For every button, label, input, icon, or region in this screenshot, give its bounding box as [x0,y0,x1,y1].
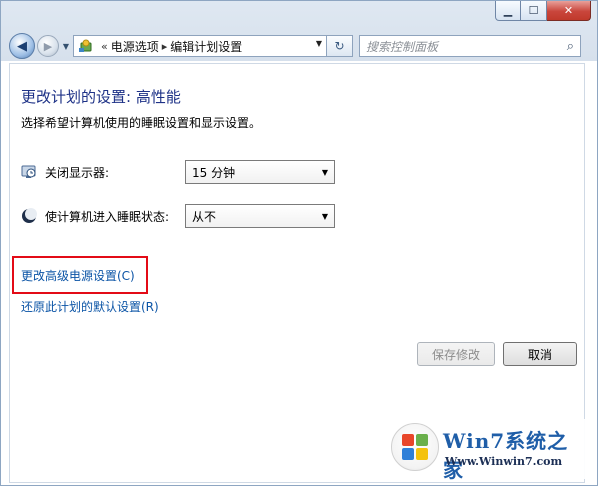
moon-icon [21,208,37,224]
setting-row-display: 关闭显示器: 15 分钟 ▼ [21,160,335,184]
window: ▁ ☐ ✕ ◀ ▶ ▼ « 电源选项 ▸ 编辑计划设置 ▼ ↻ 搜索控制面板 ⌕… [0,0,598,486]
monitor-clock-icon [21,164,37,180]
save-button[interactable]: 保存修改 [417,342,495,366]
setting-label-sleep: 使计算机进入睡眠状态: [45,209,170,224]
breadcrumb-power-options[interactable]: 电源选项 [111,38,159,55]
watermark-brand: Win7系统之家 [443,429,569,482]
maximize-button[interactable]: ☐ [521,1,547,21]
search-input[interactable]: 搜索控制面板 [366,38,438,55]
refresh-button[interactable]: ↻ [327,35,353,57]
windows-logo-icon [391,423,439,471]
chevron-down-icon: ▼ [62,41,70,51]
watermark-url: Www.Winwin7.com [445,455,563,468]
navigation-bar: ◀ ▶ ▼ « 电源选项 ▸ 编辑计划设置 ▼ ↻ 搜索控制面板 ⌕ [9,31,591,61]
forward-arrow-icon: ▶ [43,39,53,53]
search-icon[interactable]: ⌕ [567,39,574,54]
minimize-button[interactable]: ▁ [495,1,521,21]
back-arrow-icon: ◀ [17,38,27,54]
control-panel-icon [77,38,95,54]
setting-row-sleep: 使计算机进入睡眠状态: 从不 ▼ [21,204,335,228]
breadcrumb-edit-plan[interactable]: 编辑计划设置 [170,38,242,55]
sleep-timeout-value: 从不 [192,209,217,224]
refresh-icon: ↻ [334,39,345,53]
chevron-down-icon: ▼ [321,211,328,221]
search-box[interactable]: 搜索控制面板 ⌕ [359,35,581,57]
caption-buttons: ▁ ☐ ✕ [495,1,591,21]
minimize-icon: ▁ [503,4,513,17]
page-title: 更改计划的设置: 高性能 [21,88,181,106]
address-overflow-chevron[interactable]: « [101,40,108,53]
watermark: Win7系统之家 Www.Winwin7.com [391,419,587,482]
chevron-down-icon: ▼ [321,167,328,177]
address-dropdown-icon[interactable]: ▼ [316,39,322,48]
breadcrumb-separator-icon[interactable]: ▸ [162,40,168,53]
back-button[interactable]: ◀ [9,33,35,59]
page-subtitle: 选择希望计算机使用的睡眠设置和显示设置。 [21,116,262,130]
close-button[interactable]: ✕ [547,1,591,21]
advanced-power-settings-link[interactable]: 更改高级电源设置(C) [21,267,135,284]
address-bar[interactable]: « 电源选项 ▸ 编辑计划设置 ▼ [73,35,327,57]
display-timeout-select[interactable]: 15 分钟 ▼ [185,160,335,184]
recent-pages-dropdown[interactable]: ▼ [61,42,71,51]
forward-button[interactable]: ▶ [37,35,59,57]
setting-label-display: 关闭显示器: [45,165,110,180]
display-timeout-value: 15 分钟 [192,165,236,180]
restore-defaults-link[interactable]: 还原此计划的默认设置(R) [21,298,159,315]
sleep-timeout-select[interactable]: 从不 ▼ [185,204,335,228]
close-icon: ✕ [563,4,574,17]
maximize-icon: ☐ [528,4,539,17]
cancel-button[interactable]: 取消 [503,342,577,366]
